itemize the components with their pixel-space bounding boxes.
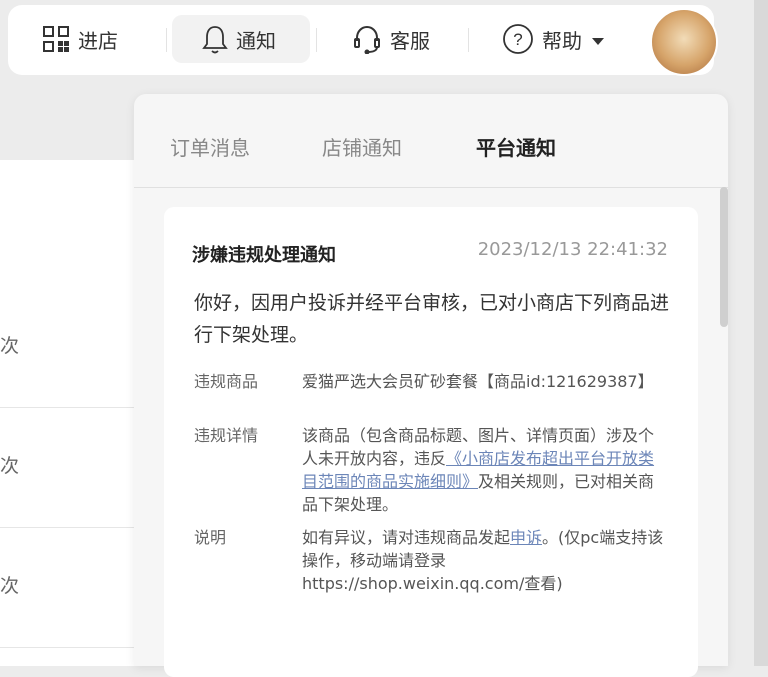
- qrcode-icon: [42, 25, 70, 53]
- headset-icon: [352, 24, 382, 54]
- nav-divider: [166, 28, 167, 52]
- list-item: 次: [0, 407, 140, 528]
- list-item: 次: [0, 287, 140, 408]
- tab-platform-notices[interactable]: 平台通知: [476, 132, 556, 161]
- notification-button[interactable]: 通知: [172, 15, 310, 63]
- violation-details-label: 违规详情: [194, 426, 259, 445]
- violating-product-label: 违规商品: [194, 372, 259, 391]
- list-item-text: 次: [0, 455, 20, 477]
- enter-store-button[interactable]: 进店: [42, 15, 152, 63]
- list-item-text: 次: [0, 335, 20, 357]
- appeal-link[interactable]: 申诉: [510, 528, 542, 547]
- notification-card: 涉嫌违规处理通知 2023/12/13 22:41:32 你好，因用户投诉并经平…: [164, 207, 698, 677]
- chevron-down-icon: [592, 27, 604, 51]
- page-scrollbar[interactable]: [754, 0, 768, 666]
- violating-product-value: 爱猫严选大会员矿砂套餐【商品id:121629387】: [302, 372, 654, 391]
- customer-service-button[interactable]: 客服: [352, 15, 462, 63]
- violation-details-value: 该商品（包含商品标题、图片、详情页面）涉及个人未开放内容，违反《小商店发布超出平…: [302, 424, 664, 516]
- nav-divider: [316, 28, 317, 52]
- help-icon: ?: [502, 23, 534, 55]
- background-list: 次 次 次: [0, 160, 140, 666]
- notification-label: 通知: [236, 28, 276, 53]
- notification-body: 你好，因用户投诉并经平台审核，已对小商店下列商品进行下架处理。: [194, 292, 670, 346]
- notification-timestamp: 2023/12/13 22:41:32: [477, 239, 668, 260]
- avatar[interactable]: [650, 8, 718, 76]
- notification-title: 涉嫌违规处理通知: [192, 245, 336, 266]
- notification-tabs: 订单消息 店铺通知 平台通知: [134, 94, 728, 188]
- tab-store-notices[interactable]: 店铺通知: [322, 132, 402, 161]
- tab-order-messages[interactable]: 订单消息: [170, 132, 250, 161]
- svg-text:?: ?: [513, 30, 522, 49]
- top-navbar: 进店 通知 客服 ? 帮助: [8, 5, 718, 76]
- bell-icon: [202, 24, 228, 54]
- note-value: 如有异议，请对违规商品发起申诉。(仅pc端支持该操作，移动端请登录https:/…: [302, 526, 664, 595]
- help-menu-button[interactable]: ? 帮助: [502, 15, 622, 63]
- list-item-text: 次: [0, 575, 20, 597]
- help-label: 帮助: [542, 28, 582, 53]
- note-text: 如有异议，请对违规商品发起: [302, 528, 511, 547]
- customer-service-label: 客服: [390, 28, 430, 53]
- panel-scrollbar[interactable]: [720, 187, 728, 327]
- list-item: 次: [0, 527, 140, 648]
- enter-store-label: 进店: [78, 28, 118, 53]
- note-label: 说明: [194, 528, 227, 547]
- notification-panel: 订单消息 店铺通知 平台通知 涉嫌违规处理通知 2023/12/13 22:41…: [134, 94, 728, 677]
- nav-divider: [468, 28, 469, 52]
